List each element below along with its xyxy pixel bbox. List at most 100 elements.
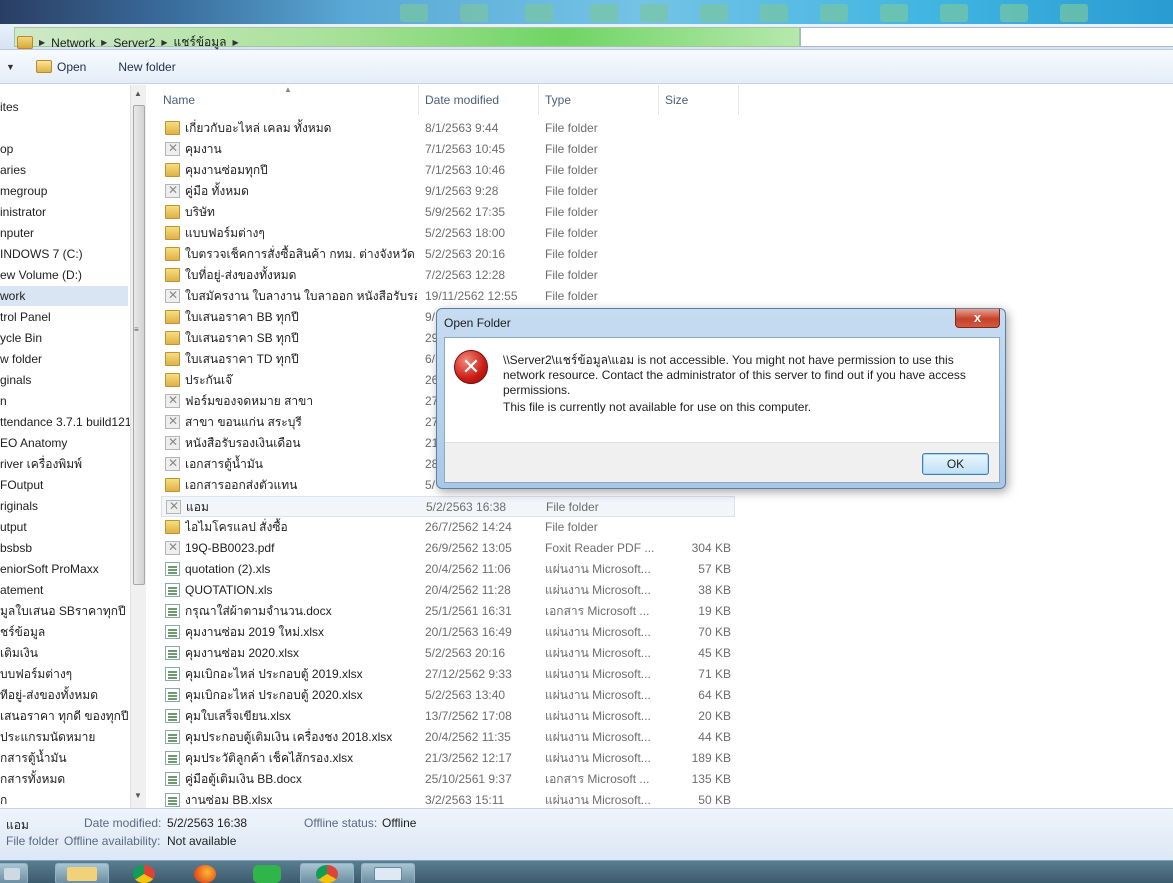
file-row[interactable]: แอม 5/2/2563 16:38 File folder bbox=[161, 496, 735, 517]
nav-item[interactable]: ites bbox=[0, 97, 19, 117]
file-type: File folder bbox=[545, 163, 598, 177]
nav-item[interactable]: ew Volume (D:) bbox=[0, 265, 82, 285]
file-date: 5/9/2562 17:35 bbox=[425, 205, 506, 219]
nav-item[interactable]: ก bbox=[0, 790, 7, 808]
address-input-area[interactable] bbox=[800, 27, 1173, 47]
nav-item[interactable]: utput bbox=[0, 517, 27, 537]
scroll-up-icon[interactable]: ▲ bbox=[134, 89, 142, 98]
crumb-network[interactable]: Network bbox=[51, 36, 95, 50]
file-row[interactable]: คุมเบิกอะไหล่ ประกอบตู้ 2019.xlsx 27/12/2… bbox=[161, 664, 735, 685]
file-row[interactable]: คู่มือตู้เติมเงิน BB.docx 25/10/2561 9:37… bbox=[161, 769, 735, 790]
taskbar-chrome-button[interactable] bbox=[117, 863, 171, 883]
chevron-right-icon[interactable]: ▶ bbox=[39, 38, 45, 47]
file-date: 5/2/2563 18:00 bbox=[425, 226, 506, 240]
nav-item[interactable]: EO Anatomy bbox=[0, 433, 67, 453]
nav-item[interactable]: n bbox=[0, 391, 7, 411]
ok-button[interactable]: OK bbox=[922, 453, 989, 475]
column-type[interactable]: Type bbox=[539, 85, 659, 115]
nav-item[interactable]: w folder bbox=[0, 349, 42, 369]
file-type: แผ่นงาน Microsoft... bbox=[545, 646, 651, 660]
file-row[interactable]: ใบตรวจเช็คการสั่งซื้อสินค้า กทม. ต่างจัง… bbox=[161, 244, 735, 265]
file-row[interactable]: งานซ่อม BB.xlsx 3/2/2563 15:11 แผ่นงาน Mic… bbox=[161, 790, 735, 808]
nav-item[interactable]: ทีอยู่-ส่งของทั้งหมด bbox=[0, 685, 98, 705]
taskbar-firefox-button[interactable] bbox=[178, 863, 232, 883]
nav-item[interactable]: op bbox=[0, 139, 13, 159]
file-name: คุมเบิกอะไหล่ ประกอบตู้ 2019.xlsx bbox=[185, 667, 363, 681]
chevron-right-icon[interactable]: ▶ bbox=[233, 38, 239, 47]
taskbar-explorer-button[interactable] bbox=[0, 863, 28, 883]
nav-item[interactable]: aries bbox=[0, 160, 26, 180]
file-row[interactable]: แบบฟอร์มต่างๆ 5/2/2563 18:00 File folder bbox=[161, 223, 735, 244]
nav-item[interactable]: ชร์ข้อมูล bbox=[0, 622, 45, 642]
file-row[interactable]: คุมงาน 7/1/2563 10:45 File folder bbox=[161, 139, 735, 160]
nav-item[interactable]: riginals bbox=[0, 496, 38, 516]
nav-scrollbar[interactable]: ▲ ≡ ▼ bbox=[130, 85, 146, 808]
file-size: 64 KB bbox=[698, 688, 731, 702]
taskbar-chrome-button-2[interactable] bbox=[300, 863, 354, 883]
nav-item[interactable]: river เครื่องพิมพ์ bbox=[0, 454, 82, 474]
file-row[interactable]: คุมประกอบตู้เติมเงิน เครื่องชง 2018.xlsx… bbox=[161, 727, 735, 748]
nav-item[interactable]: ycle Bin bbox=[0, 328, 42, 348]
crumb-server2[interactable]: Server2 bbox=[113, 36, 155, 50]
file-row[interactable]: คุมงานซ่อมทุกปี 7/1/2563 10:46 File folder bbox=[161, 160, 735, 181]
file-row[interactable]: คุมงานซ่อม 2020.xlsx 5/2/2563 20:16 แผ่นงา… bbox=[161, 643, 735, 664]
file-row[interactable]: กรุณาใส่ผ้าตามจำนวน.docx 25/1/2561 16:31 เ… bbox=[161, 601, 735, 622]
offline-item-icon bbox=[165, 393, 180, 408]
file-row[interactable]: คู่มือ ทั้งหมด 9/1/2563 9:28 File folder bbox=[161, 181, 735, 202]
nav-item[interactable]: nputer bbox=[0, 223, 34, 243]
nav-item[interactable]: กสารตู้น้ำมัน bbox=[0, 748, 67, 768]
taskbar-folder-button[interactable] bbox=[55, 863, 109, 883]
taskbar-line-button[interactable] bbox=[240, 863, 294, 883]
nav-item[interactable]: มูลใบเสนอ SBราคาทุกปี bbox=[0, 601, 126, 621]
file-row[interactable]: QUOTATION.xls 20/4/2562 11:28 แผ่นงาน Micr… bbox=[161, 580, 735, 601]
document-icon bbox=[165, 625, 180, 639]
column-size[interactable]: Size bbox=[659, 85, 739, 115]
file-row[interactable]: quotation (2).xls 20/4/2562 11:06 แผ่นงาน … bbox=[161, 559, 735, 580]
nav-item[interactable]: ttendance 3.7.1 build121 bbox=[0, 412, 130, 432]
file-row[interactable]: ใบสมัครงาน ใบลางาน ใบลาออก หนังสือรับรอง… bbox=[161, 286, 735, 307]
open-button[interactable]: Open bbox=[30, 55, 92, 79]
nav-item[interactable]: ประแกรมนัดหมาย bbox=[0, 727, 95, 747]
chevron-right-icon[interactable]: ▶ bbox=[161, 38, 167, 47]
chevron-right-icon[interactable]: ▶ bbox=[101, 38, 107, 47]
column-date-modified[interactable]: Date modified bbox=[419, 85, 539, 115]
nav-item[interactable]: megroup bbox=[0, 181, 47, 201]
file-row[interactable]: ไอไมโครแลป สั่งซื้อ 26/7/2562 14:24 File f… bbox=[161, 517, 735, 538]
nav-item[interactable]: เสนอราคา ทุกดี ของทุกปี bbox=[0, 706, 128, 726]
nav-item[interactable]: INDOWS 7 (C:) bbox=[0, 244, 83, 264]
file-row[interactable]: คุมประวัติลูกค้า เช็คไส้กรอง.xlsx 21/3/25… bbox=[161, 748, 735, 769]
file-type: File folder bbox=[545, 268, 598, 282]
detail-type: File folder bbox=[6, 834, 59, 848]
file-name: เอกสารตู้น้ำมัน bbox=[185, 457, 263, 471]
nav-item[interactable]: กสารทั้งหมด bbox=[0, 769, 65, 789]
file-row[interactable]: เกี่ยวกับอะไหล่ เคลม ทั้งหมด 8/1/2563 9:4… bbox=[161, 118, 735, 139]
nav-item[interactable]: eniorSoft ProMaxx bbox=[0, 559, 99, 579]
new-folder-button[interactable]: New folder bbox=[112, 55, 181, 79]
nav-item[interactable]: trol Panel bbox=[0, 307, 51, 327]
nav-item[interactable]: FOutput bbox=[0, 475, 43, 495]
file-row[interactable]: 19Q-BB0023.pdf 26/9/2562 13:05 Foxit Reade… bbox=[161, 538, 735, 559]
organize-dropdown-icon[interactable]: ▼ bbox=[0, 55, 20, 79]
scroll-down-icon[interactable]: ▼ bbox=[134, 791, 142, 800]
file-row[interactable]: คุมเบิกอะไหล่ ประกอบตู้ 2020.xlsx 5/2/256… bbox=[161, 685, 735, 706]
file-type: File folder bbox=[545, 205, 598, 219]
file-row[interactable]: คุมใบเสร็จเขียน.xlsx 13/7/2562 17:08 แผ่นง… bbox=[161, 706, 735, 727]
nav-item[interactable]: บบฟอร์มต่างๆ bbox=[0, 664, 72, 684]
nav-item[interactable]: work bbox=[0, 286, 128, 306]
file-row[interactable]: ใบที่อยู่-ส่งของทั้งหมด 7/2/2563 12:28 Fil… bbox=[161, 265, 735, 286]
nav-item[interactable]: เติมเงิน bbox=[0, 643, 38, 663]
folder-icon bbox=[165, 268, 180, 282]
nav-item[interactable]: inistrator bbox=[0, 202, 46, 222]
nav-item[interactable]: atement bbox=[0, 580, 43, 600]
file-name: คุมงานซ่อมทุกปี bbox=[185, 163, 268, 177]
dialog-close-button[interactable]: x bbox=[955, 309, 1000, 328]
document-icon bbox=[165, 709, 180, 723]
file-row[interactable]: คุมงานซ่อม 2019 ใหม่.xlsx 20/1/2563 16:49… bbox=[161, 622, 735, 643]
scroll-thumb[interactable] bbox=[133, 105, 145, 585]
taskbar-control-panel-button[interactable] bbox=[361, 863, 415, 883]
nav-item[interactable]: bsbsb bbox=[0, 538, 32, 558]
address-bar[interactable]: ▶ Network ▶ Server2 ▶ แชร์ข้อมูล ▶ bbox=[0, 24, 1173, 50]
desktop-icon bbox=[940, 4, 968, 22]
file-row[interactable]: บริษัท 5/9/2562 17:35 File folder bbox=[161, 202, 735, 223]
nav-item[interactable]: ginals bbox=[0, 370, 31, 390]
